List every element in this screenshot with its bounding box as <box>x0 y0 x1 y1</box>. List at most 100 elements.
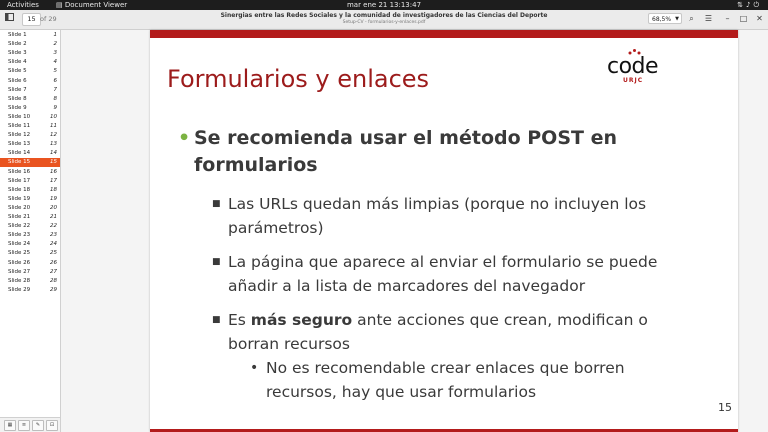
bullet-square: ■ <box>212 199 221 209</box>
slide-item-number: 23 <box>50 232 57 239</box>
zoom-select[interactable]: 68,5% ▼ <box>648 13 682 24</box>
sidebar-slide-item[interactable]: Slide 19 19 <box>0 195 60 204</box>
bullet-text: Las URLs quedan más limpias (porque no i… <box>228 195 647 237</box>
sidebar-slide-item[interactable]: Slide 5 5 <box>0 67 60 76</box>
logo-subtext: URJC <box>623 77 644 84</box>
slide-item-label: Slide 16 <box>8 168 31 175</box>
slide-item-number: 21 <box>50 214 57 220</box>
page-number-input[interactable]: 15 <box>22 13 41 26</box>
slide-item-number: 18 <box>50 186 57 193</box>
bullet-text: Es más seguro ante acciones que crean, m… <box>228 308 678 356</box>
sidebar-slide-item[interactable]: Slide 21 21 <box>0 213 60 222</box>
slide-item-number: 20 <box>50 204 57 211</box>
sidebar-slide-item[interactable]: Slide 10 10 <box>0 113 60 122</box>
slide-item-number: 27 <box>50 268 57 275</box>
annotations-icon[interactable]: ✎ <box>32 420 44 431</box>
slide-item-label: Slide 6 <box>8 77 27 84</box>
sidebar-slide-item[interactable]: Slide 14 14 <box>0 149 60 158</box>
slide-item-number: 4 <box>53 59 58 66</box>
sidebar-slide-item[interactable]: Slide 24 24 <box>0 240 60 249</box>
menu-icon[interactable]: ☰ <box>703 13 714 25</box>
slide-item-number: 2 <box>53 41 58 48</box>
close-icon[interactable]: ✕ <box>754 13 765 25</box>
slide-item-number: 10 <box>50 113 57 120</box>
sidebar-slide-item[interactable]: Slide 11 11 <box>0 122 60 131</box>
sidebar-icon <box>5 13 14 21</box>
slide-item-number: 28 <box>50 277 57 284</box>
sidebar-slide-item[interactable]: Slide 1 1 <box>0 31 60 40</box>
slide-item-label: Slide 12 <box>8 132 31 139</box>
sidebar-view-switcher: ▦ ≡ ✎ ⊡ <box>0 417 60 432</box>
sidebar-slide-item[interactable]: Slide 9 9 <box>0 104 60 113</box>
slide-title: Formularios y enlaces <box>167 65 430 93</box>
sidebar-slide-item[interactable]: Slide 27 27 <box>0 268 60 277</box>
slide-item-number: 24 <box>50 241 57 248</box>
sidebar-slide-item[interactable]: Slide 22 22 <box>0 222 60 231</box>
document-subtitle: Setup-CV - formularios-y-enlaces.pdf <box>342 20 426 25</box>
sidebar-slide-item[interactable]: Slide 2 2 <box>0 40 60 49</box>
attachments-icon[interactable]: ⊡ <box>46 420 58 431</box>
slide-item-label: Slide 9 <box>8 104 27 111</box>
slide-item-label: Slide 18 <box>8 186 31 193</box>
slide-item-number: 8 <box>53 95 58 102</box>
network-icon: ⇅ <box>737 1 746 9</box>
slide-item-number: 3 <box>53 50 58 57</box>
slide-item-number: 11 <box>50 123 57 129</box>
slide-item-label: Slide 19 <box>8 195 31 202</box>
slide-item-label: Slide 1 <box>8 32 27 38</box>
slide-item-label: Slide 13 <box>8 141 31 148</box>
document-view[interactable]: Formularios y enlaces code URJC • Se rec… <box>61 30 768 432</box>
sidebar-slide-item[interactable]: Slide 12 12 <box>0 131 60 140</box>
slide-item-label: Slide 26 <box>8 259 31 266</box>
slide-item-label: Slide 2 <box>8 41 27 48</box>
slide-item-label: Slide 5 <box>8 68 27 75</box>
slide-item-number: 15 <box>50 159 57 166</box>
clock[interactable]: mar ene 21 13:13:47 <box>0 0 768 10</box>
sidebar-slide-item[interactable]: Slide 26 26 <box>0 259 60 268</box>
sidebar-slide-item[interactable]: Slide 15 15 <box>0 158 60 168</box>
slide-item-label: Slide 28 <box>8 277 31 284</box>
slide-item-label: Slide 20 <box>8 204 31 211</box>
slide-top-bar <box>150 30 738 38</box>
sidebar-toggle-button[interactable] <box>3 13 16 25</box>
sidebar-slide-item[interactable]: Slide 23 23 <box>0 231 60 240</box>
bullet-square: ■ <box>212 315 221 325</box>
slide-item-label: Slide 11 <box>8 123 31 129</box>
power-icon: ⏻ <box>753 1 762 9</box>
sidebar-slide-item[interactable]: Slide 4 4 <box>0 58 60 67</box>
slide-item-number: 22 <box>50 223 57 230</box>
bullet-square: ■ <box>212 257 221 267</box>
zoom-value: 68,5% <box>652 16 672 23</box>
sidebar-slide-item[interactable]: Slide 8 8 <box>0 95 60 104</box>
slide-item-number: 17 <box>50 177 57 184</box>
slide-item-number: 12 <box>50 132 57 139</box>
sidebar-slide-item[interactable]: Slide 18 18 <box>0 186 60 195</box>
system-tray[interactable]: ⇅♪⏻ <box>737 0 762 10</box>
slide-item-label: Slide 23 <box>8 232 31 239</box>
slide-item-number: 25 <box>50 250 57 257</box>
sidebar-slide-item[interactable]: Slide 29 29 <box>0 286 60 295</box>
minimize-icon[interactable]: – <box>722 13 733 25</box>
sidebar-slide-item[interactable]: Slide 13 13 <box>0 140 60 149</box>
sidebar-slide-item[interactable]: Slide 28 28 <box>0 277 60 286</box>
page-total-label: of 29 <box>40 15 57 23</box>
slide-item-number: 9 <box>53 104 58 111</box>
sidebar-slide-item[interactable]: Slide 3 3 <box>0 49 60 58</box>
slide-item-label: Slide 29 <box>8 286 31 293</box>
sidebar-slide-item[interactable]: Slide 7 7 <box>0 86 60 95</box>
thumbnails-icon[interactable]: ▦ <box>4 420 16 431</box>
sidebar-slide-item[interactable]: Slide 6 6 <box>0 77 60 86</box>
slide-item-number: 19 <box>50 195 57 202</box>
system-top-bar: Activities ▤ Document Viewer mar ene 21 … <box>0 0 768 10</box>
slide-item-label: Slide 17 <box>8 177 31 184</box>
maximize-icon[interactable]: □ <box>738 13 749 25</box>
slide-page-number: 15 <box>718 401 732 414</box>
search-icon[interactable]: ⌕ <box>686 13 697 25</box>
sidebar-slide-item[interactable]: Slide 16 16 <box>0 168 60 177</box>
slide-item-number: 16 <box>50 168 57 175</box>
sidebar-slide-item[interactable]: Slide 17 17 <box>0 177 60 186</box>
sidebar-slide-item[interactable]: Slide 20 20 <box>0 204 60 213</box>
outline-icon[interactable]: ≡ <box>18 420 30 431</box>
sidebar-slide-item[interactable]: Slide 25 25 <box>0 249 60 258</box>
slide-item-number: 1 <box>53 32 58 38</box>
